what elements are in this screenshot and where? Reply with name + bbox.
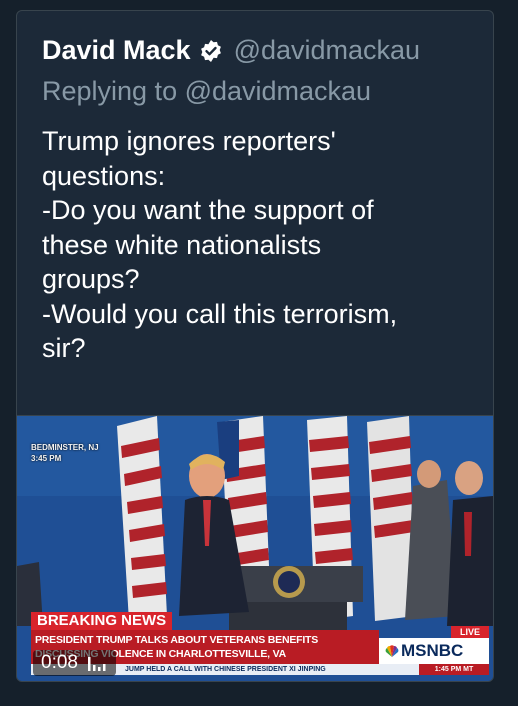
tweet-text: Trump ignores reporters' questions: -Do … <box>42 126 398 363</box>
video-elapsed-time: 0:08 <box>33 650 116 676</box>
dateline-time: 3:45 PM <box>31 454 62 463</box>
breaking-news-label: BREAKING NEWS <box>31 612 173 630</box>
elapsed-time: 0:08 <box>41 652 78 673</box>
network-name: MSNBC <box>401 641 464 660</box>
author-name[interactable]: David Mack <box>42 35 191 66</box>
author-handle[interactable]: @davidmackau <box>234 35 421 66</box>
peacock-icon <box>385 645 399 657</box>
network-logo: MSNBC <box>379 638 489 664</box>
live-badge: LIVE <box>451 626 489 638</box>
sound-bars-icon[interactable] <box>87 655 108 671</box>
tweet-card[interactable]: David Mack @davidmackau Replying to @dav… <box>16 10 494 682</box>
tweet-header: David Mack @davidmackau <box>42 35 420 66</box>
video-player[interactable]: BEDMINSTER, NJ 3:45 PM BREAKING NEWS PRE… <box>17 415 493 681</box>
headline-line-1: PRESIDENT TRUMP TALKS ABOUT VETERANS BEN… <box>35 634 319 646</box>
verified-badge-icon <box>200 39 221 62</box>
video-dateline: BEDMINSTER, NJ 3:45 PM <box>31 442 99 464</box>
replying-to[interactable]: Replying to @davidmackau <box>42 76 371 107</box>
ticker-clock: 1:45 PM MT <box>419 664 489 675</box>
dateline-place: BEDMINSTER, NJ <box>31 443 99 452</box>
